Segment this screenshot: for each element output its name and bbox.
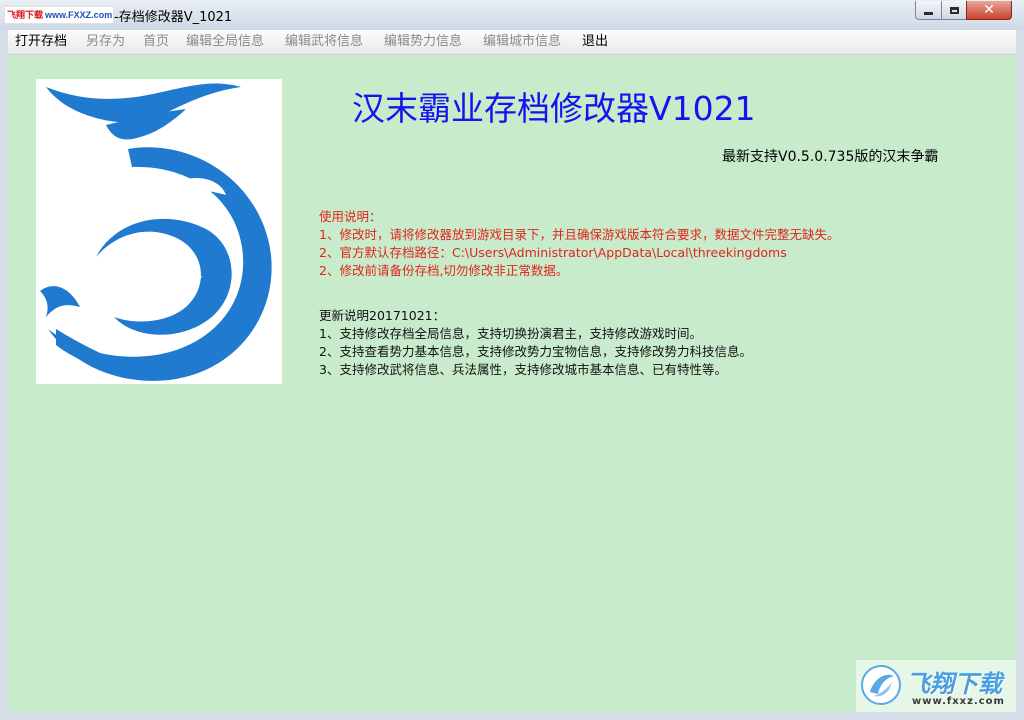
menu-edit-factions[interactable]: 编辑势力信息 [384, 33, 462, 51]
dragon-logo-icon [40, 83, 272, 381]
update-line: 3、支持修改武将信息、兵法属性，支持修改城市基本信息、已有特性等。 [319, 362, 727, 377]
menu-exit[interactable]: 退出 [582, 33, 608, 51]
update-line: 1、支持修改存档全局信息，支持切换扮演君主，支持修改游戏时间。 [319, 326, 702, 341]
watermark-mark-icon [861, 665, 901, 705]
menu-open-save[interactable]: 打开存档 [15, 33, 67, 51]
window-title: -存档修改器V_1021 [114, 10, 233, 25]
usage-line: 2、官方默认存档路径：C:\Users\Administrator\AppDat… [319, 245, 787, 260]
close-icon: ✕ [983, 2, 995, 18]
usage-heading: 使用说明： [319, 209, 382, 224]
watermark-logo-top: 飞翔下载 www.FXXZ.com [4, 6, 114, 24]
maximize-icon [949, 6, 959, 14]
watermark-url: www.FXXZ.com [45, 10, 113, 20]
watermark-site-name: 飞翔下载 [7, 10, 44, 20]
menu-edit-generals[interactable]: 编辑武将信息 [285, 33, 363, 51]
usage-line: 2、修改前请备份存档,切勿修改非正常数据。 [319, 263, 569, 278]
app-window: 飞翔下载 www.FXXZ.com -存档修改器V_1021 ✕ 打开存档 另存为… [0, 0, 1024, 720]
main-content: 汉末霸业存档修改器V1021 最新支持V0.5.0.735版的汉末争霸 使用说明… [8, 55, 1016, 712]
menu-edit-cities[interactable]: 编辑城市信息 [483, 33, 561, 51]
menu-home[interactable]: 首页 [143, 33, 169, 51]
menu-edit-global[interactable]: 编辑全局信息 [186, 33, 264, 51]
supported-version: 最新支持V0.5.0.735版的汉末争霸 [722, 149, 939, 165]
update-line: 2、支持查看势力基本信息，支持修改势力宝物信息，支持修改势力科技信息。 [319, 344, 752, 359]
maximize-button[interactable] [941, 1, 967, 20]
close-button[interactable]: ✕ [966, 1, 1012, 20]
title-bar[interactable]: 飞翔下载 www.FXXZ.com -存档修改器V_1021 ✕ [0, 0, 1024, 30]
minimize-button[interactable] [915, 1, 942, 20]
watermark-bottom-url: www.fxxz.com [912, 696, 1005, 707]
menu-bar: 打开存档 另存为 首页 编辑全局信息 编辑武将信息 编辑势力信息 编辑城市信息 … [8, 30, 1016, 55]
app-heading: 汉末霸业存档修改器V1021 [352, 89, 756, 128]
menu-save-as[interactable]: 另存为 [86, 33, 125, 51]
watermark-logo-bottom: 飞翔下载 www.fxxz.com [856, 660, 1016, 712]
update-heading: 更新说明20171021： [319, 308, 446, 323]
dragon-logo [36, 79, 282, 384]
watermark-bottom-title: 飞翔下载 [906, 670, 1002, 698]
usage-line: 1、修改时，请将修改器放到游戏目录下，并且确保游戏版本符合要求，数据文件完整无缺… [319, 227, 840, 242]
minimize-icon [924, 11, 933, 15]
